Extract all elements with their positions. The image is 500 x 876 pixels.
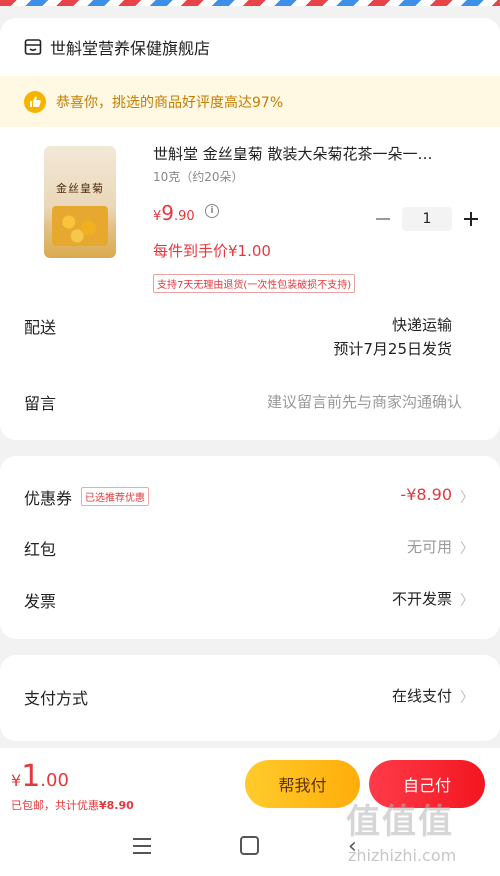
shop-header[interactable]: 世斛堂营养保健旗舰店	[0, 18, 500, 76]
product-title[interactable]: 世斛堂 金丝皇菊 散装大朵菊花茶一朵一…	[153, 143, 433, 164]
unit-final-price: 每件到手价¥1.00	[153, 242, 271, 260]
return-policy-tag: 支持7天无理由退货(一次性包装破损不支持)	[153, 274, 356, 293]
invoice-value: 不开发票	[391, 590, 452, 608]
chevron-right-icon: 〉	[460, 490, 474, 506]
quantity-field[interactable]: 1	[402, 207, 452, 231]
invoice-label: 发票	[24, 592, 57, 611]
airmail-stripe	[0, 0, 500, 6]
increase-button[interactable]	[464, 212, 478, 226]
help-pay-button[interactable]: 帮我付	[245, 760, 360, 808]
total-symbol: ¥	[11, 771, 22, 790]
discount-summary: 已包邮，共计优惠¥8.90	[11, 797, 134, 813]
menu-icon[interactable]	[133, 838, 151, 854]
chrysanthemum-image	[52, 206, 108, 246]
price-integer: 9	[161, 201, 175, 225]
payment-value: 在线支付	[391, 687, 452, 705]
message-input[interactable]: 建议留言前先与商家沟通确认	[267, 391, 462, 412]
total-decimal: .00	[40, 770, 69, 791]
coupon-recommended-tag: 已选推荐优惠	[81, 487, 149, 506]
product-image-label: 金丝皇菊	[56, 182, 104, 195]
chevron-right-icon: 〉	[460, 593, 474, 609]
coupon-label: 优惠券	[24, 489, 73, 508]
total-price: ¥1.00	[11, 759, 69, 794]
thumbs-up-icon	[24, 90, 46, 113]
rating-banner-text: 恭喜你，挑选的商品好评度高达97%	[56, 94, 284, 111]
chevron-right-icon: 〉	[460, 541, 474, 557]
order-card: 世斛堂营养保健旗舰店 恭喜你，挑选的商品好评度高达97% 金丝皇菊 世斛堂 金丝…	[0, 18, 500, 440]
coupon-value: -¥8.90	[400, 485, 452, 504]
watermark: 值值值 zhizhizhi.com	[346, 794, 496, 874]
delivery-estimate: 预计7月25日发货	[333, 340, 452, 358]
total-integer: 1	[21, 759, 41, 794]
product-item: 金丝皇菊 世斛堂 金丝皇菊 散装大朵菊花茶一朵一… 10克（约20朵） ¥9.9…	[0, 127, 500, 293]
delivery-method: 快递运输	[391, 316, 452, 334]
decrease-button[interactable]	[376, 218, 390, 220]
shop-name: 世斛堂营养保健旗舰店	[50, 39, 211, 58]
rating-banner: 恭喜你，挑选的商品好评度高达97%	[0, 76, 500, 127]
summary-amount: ¥8.90	[99, 799, 134, 812]
payment-card: 支付方式 在线支付 〉	[0, 655, 500, 741]
store-icon	[24, 38, 42, 56]
home-icon[interactable]	[240, 836, 259, 855]
watermark-url: zhizhizhi.com	[348, 846, 457, 865]
discount-card: 优惠券 已选推荐优惠 -¥8.90 〉 红包 无可用 〉 发票 不开发票 〉	[0, 456, 500, 639]
watermark-logo: 值值值	[346, 802, 454, 842]
price-decimal: .90	[174, 209, 195, 224]
summary-prefix: 已包邮，共计优惠	[11, 799, 99, 812]
redpacket-label: 红包	[24, 540, 57, 559]
chevron-right-icon: 〉	[460, 690, 474, 706]
redpacket-value: 无可用	[406, 538, 452, 556]
delivery-label: 配送	[24, 318, 57, 337]
quantity-stepper: 1	[376, 207, 478, 231]
product-image[interactable]: 金丝皇菊	[44, 146, 116, 258]
message-label: 留言	[24, 394, 57, 413]
info-icon[interactable]: i	[205, 204, 219, 218]
payment-label: 支付方式	[24, 689, 89, 708]
product-price: ¥9.90	[153, 201, 195, 225]
product-spec: 10克（约20朵）	[153, 170, 244, 184]
